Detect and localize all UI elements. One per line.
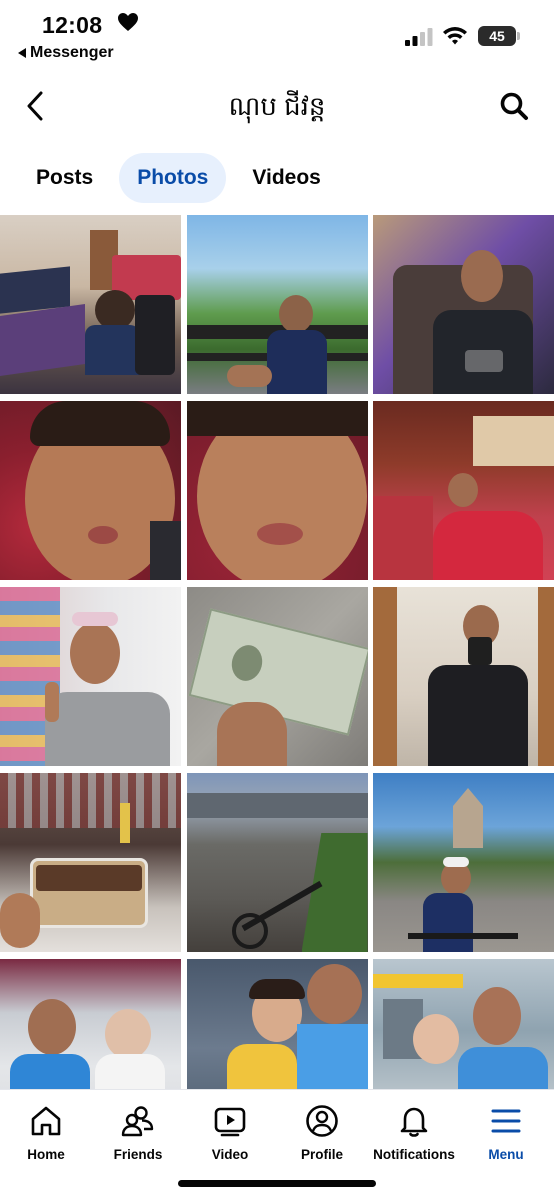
photo-bike-road[interactable] <box>186 773 368 952</box>
nav-video-label: Video <box>211 1147 249 1162</box>
photo-tiramisu-box[interactable] <box>0 773 181 952</box>
tab-videos[interactable]: Videos <box>234 153 338 203</box>
back-triangle-icon <box>18 48 26 58</box>
photo-shop-peace-sign[interactable] <box>0 587 181 766</box>
photo-pout-closeup-1[interactable] <box>0 401 181 580</box>
cellular-signal-icon <box>405 28 433 46</box>
profile-icon <box>306 1105 338 1137</box>
page-header: ណុប ជីវន្ត <box>0 80 554 132</box>
photo-dollar-bill[interactable] <box>186 587 368 766</box>
photo-grid <box>0 215 554 1138</box>
battery-indicator: 45 <box>478 26 520 46</box>
nav-friends-label: Friends <box>113 1147 163 1162</box>
tab-posts[interactable]: Posts <box>18 153 111 203</box>
nav-menu-label: Menu <box>488 1147 524 1162</box>
nav-menu[interactable]: Menu <box>460 1104 552 1162</box>
nav-friends[interactable]: Friends <box>92 1104 184 1162</box>
nav-home-label: Home <box>27 1147 65 1162</box>
photo-tabs: Posts Photos Videos <box>18 153 339 203</box>
tab-photos[interactable]: Photos <box>119 153 227 203</box>
back-app-label: Messenger <box>30 44 114 61</box>
nav-notifications-label: Notifications <box>373 1147 455 1162</box>
back-to-messenger[interactable]: Messenger <box>18 44 114 62</box>
heart-icon <box>118 13 138 31</box>
photo-armchair-portrait[interactable] <box>373 215 554 394</box>
status-time: 12:08 <box>42 12 103 38</box>
menu-icon <box>491 1109 521 1133</box>
battery-level: 45 <box>489 28 505 44</box>
photo-lying-on-bed[interactable] <box>373 401 554 580</box>
nav-video[interactable]: Video <box>184 1104 276 1162</box>
status-bar: 12:08 Messenger 45 <box>0 0 554 66</box>
photo-balcony-selfie[interactable] <box>186 215 368 394</box>
home-icon <box>31 1106 61 1136</box>
search-button[interactable] <box>496 88 532 124</box>
nav-profile[interactable]: Profile <box>276 1104 368 1162</box>
nav-profile-label: Profile <box>300 1147 343 1162</box>
home-indicator[interactable] <box>178 1180 376 1187</box>
search-icon <box>500 92 528 120</box>
photo-temple-gate-selfie[interactable] <box>373 773 554 952</box>
video-icon <box>214 1107 246 1137</box>
friends-icon <box>121 1106 154 1137</box>
photo-gaming-setup[interactable] <box>0 215 181 394</box>
photo-mirror-selfie[interactable] <box>373 587 554 766</box>
page-title: ណុប ជីវន្ត <box>228 91 326 121</box>
nav-notifications[interactable]: Notifications <box>368 1104 460 1162</box>
nav-home[interactable]: Home <box>0 1104 92 1162</box>
wifi-icon <box>443 27 467 45</box>
bell-icon <box>400 1107 428 1137</box>
photo-pout-closeup-2[interactable] <box>186 401 368 580</box>
